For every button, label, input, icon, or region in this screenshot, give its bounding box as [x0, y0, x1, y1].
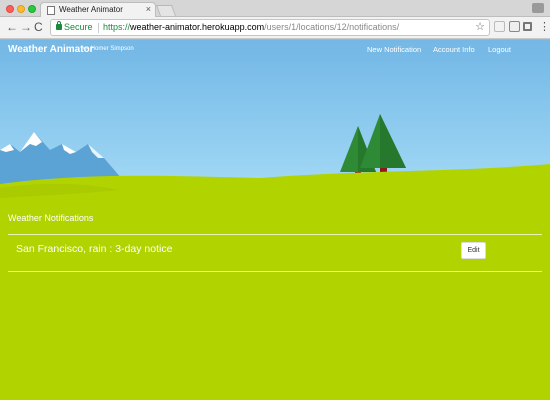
- url-domain: weather-animator.herokuapp.com: [130, 22, 265, 32]
- browser-tab[interactable]: Weather Animator ×: [40, 2, 156, 18]
- browser-chrome: Weather Animator × ← → C Secure https://…: [0, 0, 550, 39]
- notification-item-text: San Francisco, rain : 3-day notice: [16, 243, 173, 255]
- page-favicon-icon: [47, 6, 55, 15]
- address-bar[interactable]: Secure https://weather-animator.herokuap…: [50, 19, 490, 36]
- browser-toolbar: ← → C Secure https://weather-animator.he…: [0, 17, 550, 39]
- cast-icon[interactable]: [523, 22, 532, 31]
- maximize-window-icon[interactable]: [28, 5, 36, 13]
- tree-shade: [380, 114, 406, 168]
- divider: [8, 234, 542, 235]
- reload-icon[interactable]: C: [34, 20, 43, 34]
- secure-label: Secure: [64, 22, 93, 32]
- new-tab-button[interactable]: [155, 5, 177, 16]
- nav-account-info[interactable]: Account Info: [433, 45, 475, 54]
- edit-notification-button[interactable]: Edit: [461, 242, 486, 259]
- address-separator: [98, 23, 99, 33]
- nav-logout[interactable]: Logout: [488, 45, 511, 54]
- browser-menu-icon[interactable]: ⋮: [539, 20, 550, 33]
- bookmark-star-icon[interactable]: ☆: [475, 20, 485, 33]
- profile-icon[interactable]: [532, 3, 544, 13]
- page-content: Weather Animator >> Homer Simpson New No…: [0, 40, 550, 400]
- extension-icon[interactable]: [509, 21, 520, 32]
- nav-new-notification[interactable]: New Notification: [367, 45, 421, 54]
- minimize-window-icon[interactable]: [17, 5, 25, 13]
- top-navbar: Weather Animator >> Homer Simpson New No…: [0, 40, 550, 62]
- back-icon[interactable]: ←: [6, 20, 18, 34]
- forward-icon[interactable]: →: [20, 20, 32, 34]
- url-path: /users/1/locations/12/notifications/: [264, 22, 400, 32]
- current-user: >> Homer Simpson: [82, 46, 134, 52]
- tab-strip: Weather Animator ×: [0, 0, 550, 18]
- page-title: Weather Notifications: [8, 213, 94, 223]
- url-scheme: https://: [103, 22, 131, 32]
- divider: [8, 271, 542, 272]
- url-text[interactable]: https://weather-animator.herokuapp.com/u…: [103, 22, 399, 32]
- tab-close-icon[interactable]: ×: [146, 4, 151, 14]
- close-window-icon[interactable]: [6, 5, 14, 13]
- brand-logo[interactable]: Weather Animator: [8, 44, 94, 55]
- extension-icon[interactable]: [494, 21, 505, 32]
- lock-icon: [56, 21, 62, 30]
- tab-title: Weather Animator: [59, 5, 123, 14]
- grass-hill: [0, 164, 550, 400]
